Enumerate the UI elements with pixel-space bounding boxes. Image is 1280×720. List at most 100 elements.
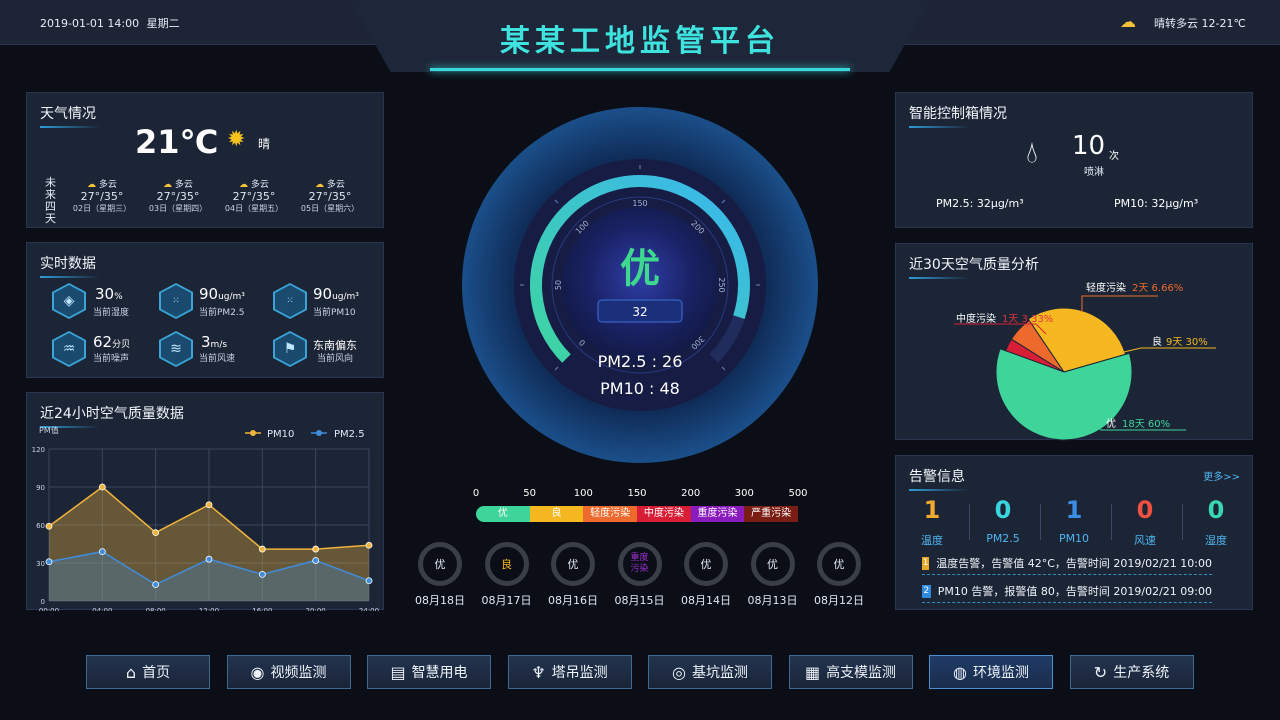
data-point	[152, 581, 160, 588]
cloud-sun-icon: ☁	[163, 180, 173, 190]
alarm-item[interactable]: 1 温度告警，告警值 42°C，告警时间 2019/02/21 10:00	[922, 552, 1212, 575]
history-grade-ring[interactable]: 优	[684, 542, 728, 586]
nav-button-3[interactable]: ♆ 塔吊监测	[507, 655, 632, 689]
history-grade-ring[interactable]: 优	[817, 542, 861, 586]
weather-title: 天气情况	[40, 106, 96, 122]
x-tick-label: 20:00	[306, 607, 326, 611]
pm25-value: 90ug/m³	[199, 285, 245, 303]
data-point	[152, 529, 160, 537]
data-point	[45, 522, 53, 530]
x-tick-label: 04:00	[92, 607, 112, 611]
alarm-text: PM10 告警，报警值 80，告警时间 2019/02/21 09:00	[937, 585, 1212, 598]
alarm-count: 0	[1207, 496, 1225, 524]
header-datetime: 2019-01-01 14:00 星期二	[40, 15, 180, 31]
pie-label-name: 中度污染	[956, 312, 996, 325]
history-grade-ring[interactable]: 优	[418, 542, 462, 586]
y-axis-label: PM值	[39, 425, 59, 435]
nav-button-1[interactable]: ◉ 视频监测	[226, 655, 351, 689]
gauge-pm10: PM10 : 48	[600, 379, 680, 398]
spray-unit: 次	[1109, 151, 1119, 162]
gauge-tick-label: 50	[554, 280, 563, 290]
gauge-pm25: PM2.5 : 26	[598, 352, 683, 371]
datetime-text: 2019-01-01 14:00	[40, 17, 140, 30]
spray-label: 喷淋	[1084, 167, 1104, 178]
header-weather: 晴转多云 12-21℃	[1154, 17, 1246, 30]
title-glow	[430, 68, 850, 71]
history-grade: 良	[501, 557, 512, 571]
noise-value: 62分贝	[93, 333, 131, 351]
wind-direction-label: 当前风向	[317, 354, 354, 364]
data-point	[365, 577, 373, 585]
pie-label-name: 轻度污染	[1086, 281, 1126, 294]
history-grade-ring[interactable]: 优	[551, 542, 595, 586]
line-chart: PM值 PM10 PM2.5 0 30 60 90 120 00:00 04:00 08:00…	[32, 425, 379, 611]
nav-button-5[interactable]: ▦ 高支模监测	[788, 655, 913, 689]
alarm-divider	[1040, 504, 1041, 540]
aqi-level-5: 严重污染	[744, 506, 798, 522]
history-grade: 优	[767, 557, 778, 571]
nav-button-2[interactable]: ▤ 智慧用电	[367, 655, 491, 689]
control-box-panel: 智能控制箱情况 💧︎ 10 次 喷淋 PM2.5: 32μg/m³ PM10: …	[895, 92, 1253, 228]
history-grade-ring[interactable]: 优	[750, 542, 795, 586]
alarm-count: 0	[994, 496, 1012, 524]
data-point	[205, 501, 213, 509]
y-tick-label: 90	[36, 484, 45, 492]
alarm-text: 温度告警，告警值 42°C，告警时间 2019/02/21 10:00	[936, 557, 1212, 570]
aqi-level-3: 中度污染	[637, 506, 691, 522]
nav-button-0[interactable]: ⌂ 首页	[86, 655, 210, 689]
alarm-item[interactable]: 2 PM10 告警，报警值 80，告警时间 2019/02/21 09:00	[922, 580, 1212, 603]
data-point	[258, 545, 266, 553]
legend-pm10[interactable]: PM10	[245, 429, 294, 440]
pie-leader	[1081, 295, 1158, 312]
legend-pm25[interactable]: PM2.5	[311, 429, 365, 440]
pie-leader	[1123, 347, 1216, 353]
sun-cloud-icon: ☁	[1120, 12, 1136, 31]
nav-button-4[interactable]: ◎ 基坑监测	[648, 655, 772, 689]
aqi-value: 32	[632, 305, 647, 319]
crane-icon: ♆	[531, 662, 546, 682]
spray-count: 10	[1072, 131, 1106, 161]
alarm-count: 1	[923, 496, 941, 524]
cloud-sun-icon: ☁	[87, 180, 97, 190]
pie-label-value: 9天 30%	[1166, 337, 1208, 348]
nav-label: 首页	[142, 665, 171, 681]
alarm-divider	[1182, 504, 1183, 540]
aqi-scale-tick: 100	[573, 488, 593, 499]
nav-button-6[interactable]: ◍ 环境监测	[929, 655, 1053, 689]
title-underline	[40, 276, 100, 278]
aqi-level-1: 良	[529, 506, 584, 522]
pie-label-value: 1天 3.33%	[1002, 314, 1053, 325]
history-grade: 重度 污染	[630, 553, 649, 574]
title-underline	[909, 489, 969, 491]
alarm-divider	[1111, 504, 1112, 540]
droplet-icon: ◈	[52, 283, 86, 319]
alarm-divider	[969, 504, 970, 540]
air-quality-24h-panel: 近24小时空气质量数据 PM值 PM10 PM2.5 0 30 60 90 120 00:…	[26, 392, 384, 611]
aqi-scale: 0 50 100 150 200 300 500 优良轻度污染 中度污染 重度污染 严重污染	[473, 488, 808, 524]
more-link[interactable]: 更多>>	[1203, 468, 1240, 483]
x-tick-label: 24:00	[359, 607, 379, 611]
nav-button-7[interactable]: ↻ 生产系统	[1069, 655, 1194, 689]
pie-label-value: 18天 60%	[1122, 419, 1170, 430]
grid-icon: ▦	[804, 662, 821, 682]
pie-label-name: 优	[1106, 417, 1116, 430]
page-title: 某某工地监管平台	[500, 24, 780, 59]
history-grade-ring[interactable]: 重度 污染	[617, 542, 662, 586]
history-date: 08月18日	[415, 594, 465, 607]
pm25-icon: ⁙	[159, 283, 193, 319]
nav-label: 生产系统	[1113, 665, 1170, 681]
history-grade: 优	[833, 557, 845, 571]
control-pm10: PM10: 32μg/m³	[1114, 197, 1199, 210]
flag-icon: ⚑	[273, 331, 307, 367]
history-grade-ring[interactable]: 良	[484, 542, 529, 586]
aqi-scale-tick: 500	[788, 488, 808, 499]
x-tick-label: 00:00	[39, 607, 59, 611]
aqi-scale-tick: 150	[627, 488, 647, 499]
title-underline	[40, 126, 100, 128]
y-tick-label: 60	[36, 522, 45, 530]
data-point	[98, 548, 106, 556]
home-icon: ⌂	[125, 662, 137, 682]
gauge-tick-label: 150	[632, 199, 647, 208]
y-tick-label: 30	[36, 560, 45, 568]
x-tick-label: 08:00	[146, 607, 166, 611]
